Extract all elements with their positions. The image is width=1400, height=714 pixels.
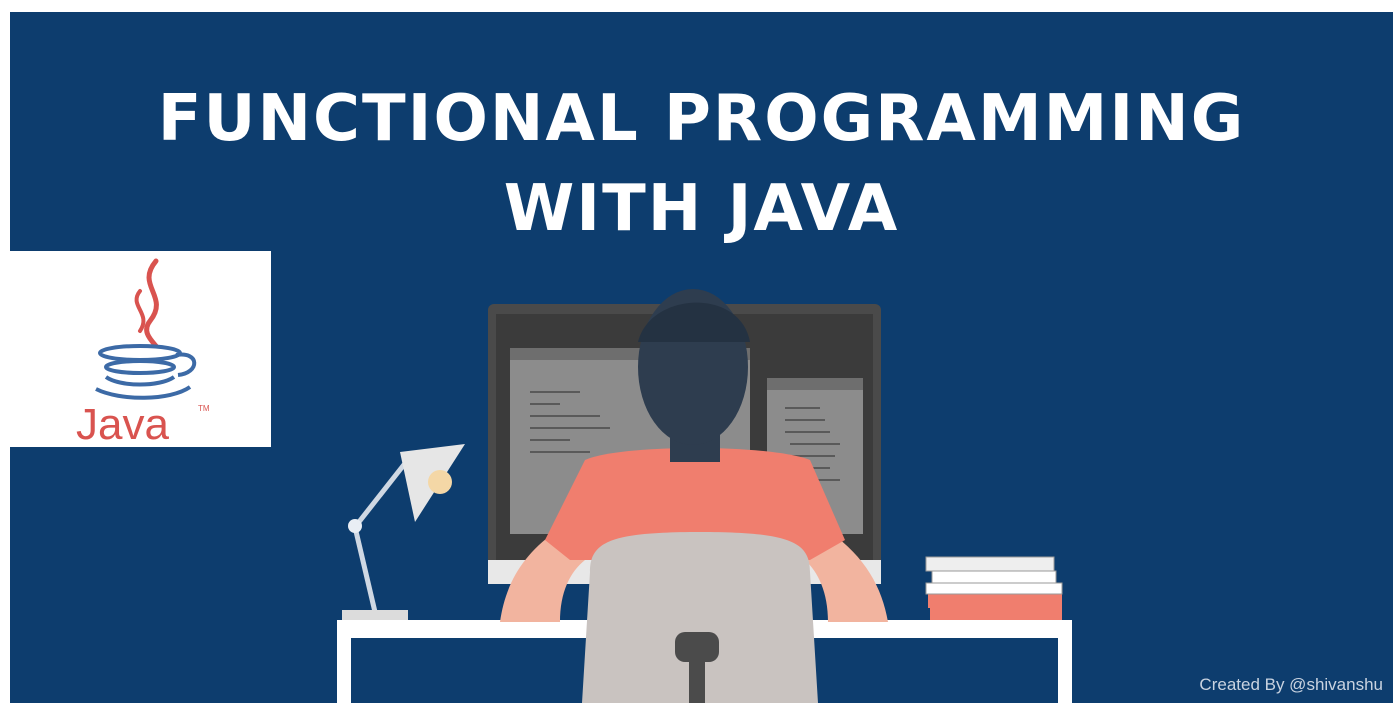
chair-icon [582,532,818,703]
book-stack-icon [925,556,1063,622]
developer-at-desk-illustration [337,289,1072,703]
desk-lamp-icon [342,444,465,620]
banner: FUNCTIONAL PROGRAMMING WITH JAVA Java TM [10,12,1393,703]
credit-text: Created By @shivanshu [1199,675,1383,694]
